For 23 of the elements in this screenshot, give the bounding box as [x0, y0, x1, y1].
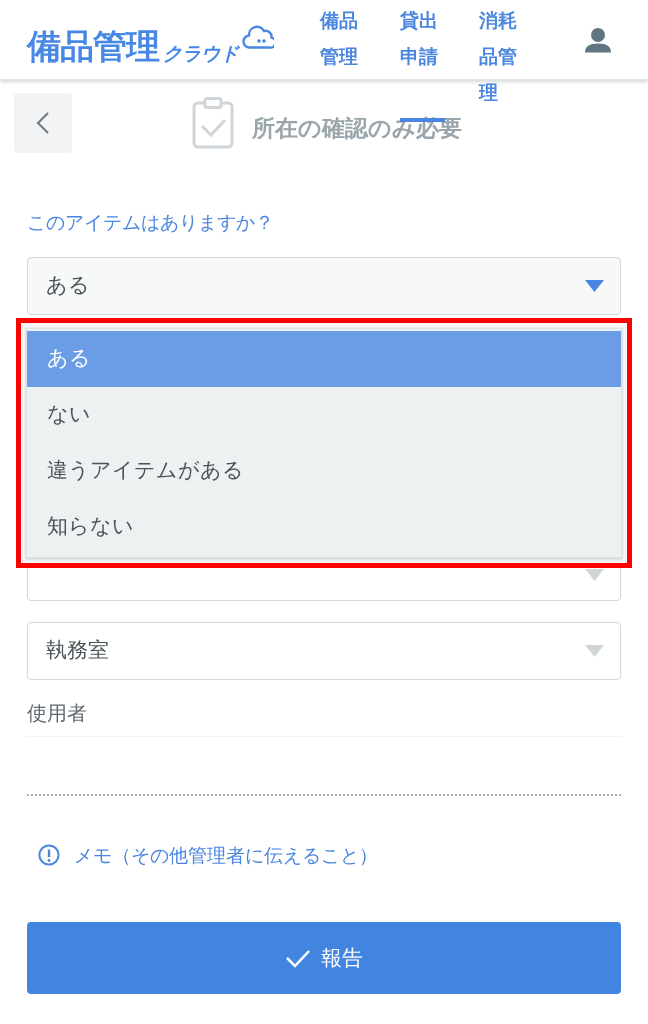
- chevron-left-icon: [36, 111, 50, 135]
- nav-tab[interactable]: 消耗品管理: [479, 2, 525, 122]
- exclamation-circle-icon: [38, 844, 60, 867]
- nav-tab[interactable]: 貸出申請: [399, 2, 446, 122]
- clipboard-check-icon: [192, 97, 234, 149]
- dropdown-option[interactable]: 違うアイテムがある: [27, 443, 621, 499]
- select-field[interactable]: 執務室: [27, 622, 621, 680]
- text-input-field[interactable]: [27, 736, 621, 796]
- memo-link[interactable]: メモ（その他管理者に伝えること）: [38, 841, 378, 870]
- cloud-icon: [242, 25, 274, 49]
- answer-select[interactable]: ある: [27, 257, 621, 315]
- dropdown-option[interactable]: ある: [27, 331, 621, 387]
- logo-subtitle: クラウド: [163, 44, 239, 63]
- user-icon[interactable]: [584, 27, 612, 53]
- dropdown-option[interactable]: 知らない: [27, 499, 621, 555]
- caret-down-icon: [585, 645, 604, 657]
- field-label: 使用者: [27, 700, 88, 726]
- check-icon: [285, 948, 311, 969]
- logo-title: 備品管理: [27, 29, 159, 63]
- question-label: このアイテムはありますか？: [27, 210, 275, 235]
- report-button[interactable]: 報告: [27, 922, 621, 995]
- dropdown-option[interactable]: ない: [27, 387, 621, 443]
- caret-down-icon: [585, 280, 604, 292]
